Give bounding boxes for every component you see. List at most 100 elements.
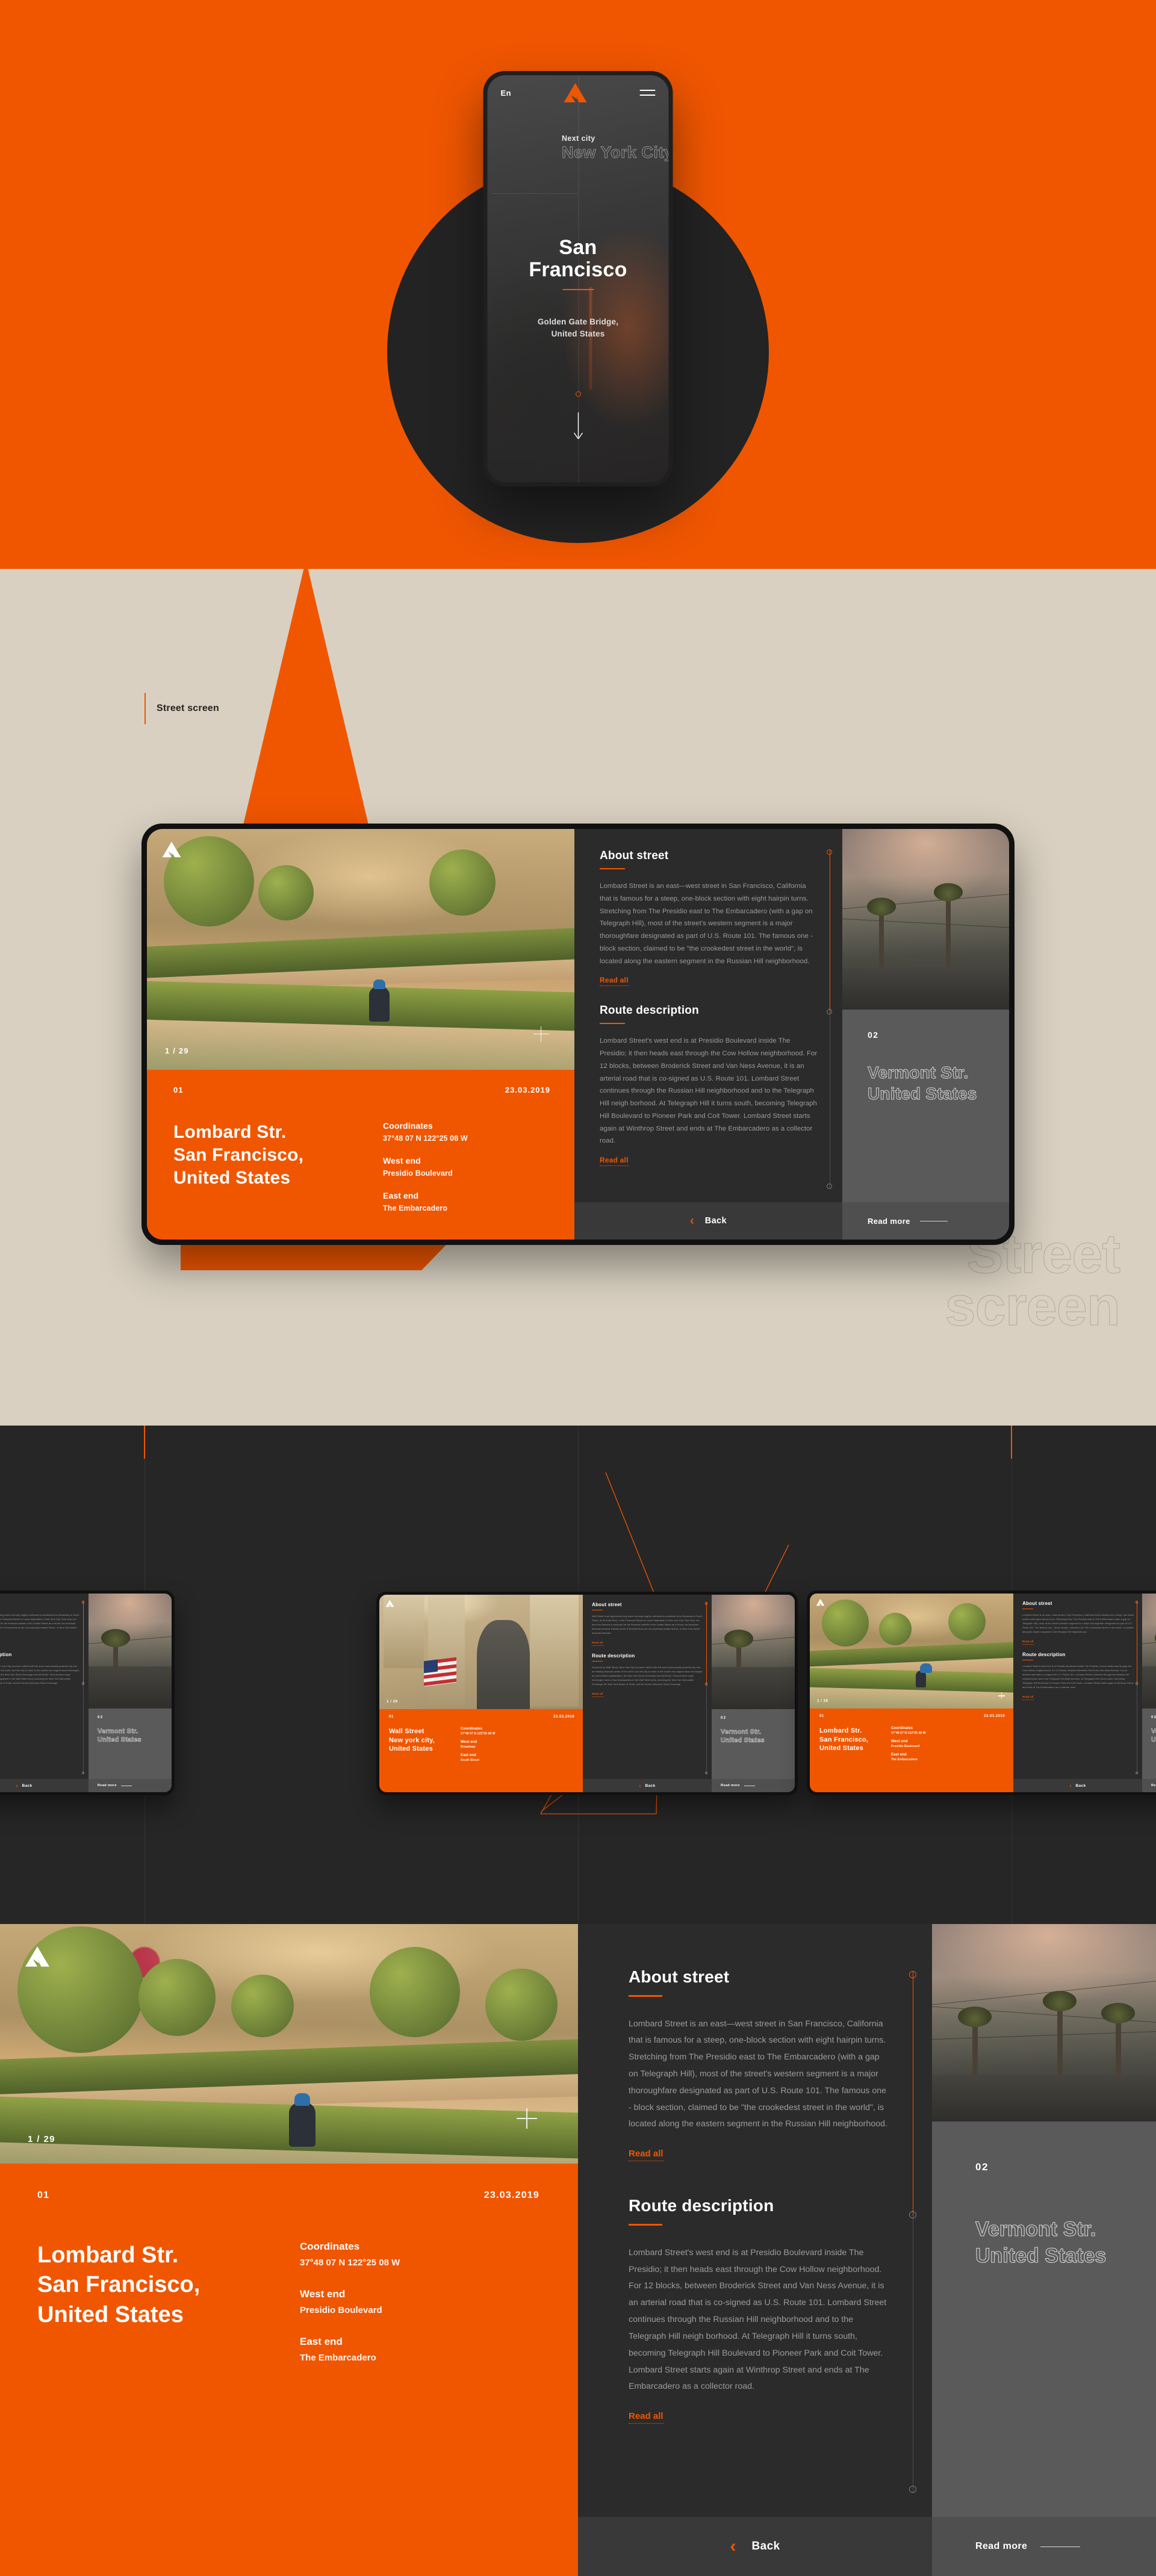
hero-subtitle-line1: Golden Gate Bridge, bbox=[537, 317, 619, 326]
track-node-icon[interactable] bbox=[1135, 1771, 1139, 1774]
vermont-street-photo bbox=[711, 1595, 795, 1710]
track-node-icon[interactable] bbox=[1135, 1682, 1139, 1685]
track-node-icon[interactable] bbox=[81, 1771, 85, 1774]
scroll-progress-track[interactable] bbox=[827, 849, 833, 1189]
read-all-link[interactable]: Read all bbox=[600, 976, 629, 987]
gallery-card[interactable]: 1 / 29 01 23.03.2019 Wall Street New yor… bbox=[376, 1592, 798, 1795]
read-all-link[interactable]: Read all bbox=[1022, 1640, 1034, 1645]
arrow-logo-icon[interactable] bbox=[816, 1598, 825, 1606]
track-node-icon[interactable] bbox=[704, 1683, 708, 1686]
back-button[interactable]: ‹ Back bbox=[1013, 1779, 1142, 1792]
track-fill bbox=[82, 1601, 84, 1684]
detail-next-pane[interactable]: 02 Vermont Str. United States Read more bbox=[932, 1924, 1156, 2576]
expand-plus-icon[interactable] bbox=[517, 2108, 537, 2129]
track-node-icon[interactable] bbox=[81, 1682, 85, 1685]
next-city-block[interactable]: Next city New York City bbox=[561, 134, 668, 161]
read-all-link[interactable]: Read all bbox=[592, 1692, 603, 1697]
road-shape bbox=[1142, 1666, 1156, 1709]
heading-rule bbox=[592, 1660, 603, 1662]
read-more-button[interactable]: Read more bbox=[88, 1779, 172, 1792]
gallery-card-screen: 1 / 29 01 23.03.2019 Wall Street New yor… bbox=[379, 1595, 795, 1792]
scroll-progress-track[interactable] bbox=[81, 1601, 85, 1774]
spec-key: East end bbox=[383, 1191, 419, 1200]
lombard-street-photo: 1 / 29 bbox=[0, 1924, 578, 2164]
back-label: Back bbox=[645, 1783, 656, 1788]
track-node-icon[interactable] bbox=[1135, 1601, 1139, 1604]
scroll-down-icon[interactable] bbox=[573, 412, 583, 443]
scroll-progress-track[interactable] bbox=[704, 1602, 708, 1774]
read-more-button[interactable]: Read more bbox=[711, 1779, 795, 1792]
track-node-icon[interactable] bbox=[704, 1602, 708, 1605]
read-more-button[interactable]: Read more bbox=[932, 2517, 1156, 2576]
article-body: About street Lombard Street is an east—w… bbox=[578, 1924, 932, 2517]
back-label: Back bbox=[22, 1783, 33, 1788]
card-title-line3: United States bbox=[819, 1744, 863, 1752]
next-card-pane[interactable]: 02 Vermont Str. United States Read more bbox=[711, 1595, 795, 1792]
detail-number: 01 bbox=[37, 2190, 50, 2200]
track-node-icon[interactable] bbox=[827, 849, 832, 855]
arrow-logo-icon[interactable] bbox=[24, 1946, 51, 1967]
card-article-pane: About street Lombard Street is an east—w… bbox=[574, 829, 842, 1240]
detail-info-panel: 01 23.03.2019 Lombard Str. San Francisco… bbox=[0, 2164, 578, 2576]
detail-title-line1: Lombard Str. bbox=[37, 2242, 179, 2268]
card-photo-pane: 1 / 29 01 23.03.2019 Wall Street New yor… bbox=[379, 1595, 583, 1792]
back-button[interactable]: ‹ Back bbox=[578, 2517, 932, 2576]
back-button[interactable]: ‹ Back bbox=[574, 1202, 842, 1240]
detail-meta-row: 01 23.03.2019 bbox=[37, 2190, 539, 2201]
read-all-link[interactable]: Read all bbox=[1022, 1695, 1034, 1700]
spec-item: West end Presidio Boulevard bbox=[891, 1740, 926, 1748]
next-card-pane[interactable]: 02 Vermont Str. United States Read more bbox=[88, 1594, 172, 1792]
read-more-button[interactable]: Read more bbox=[842, 1202, 1009, 1240]
next-card-pane[interactable]: 02 Vermont Str. United States Read more bbox=[1142, 1594, 1156, 1792]
next-card-name: Vermont Str. United States bbox=[975, 2217, 1156, 2269]
arrow-logo-icon[interactable] bbox=[563, 82, 588, 103]
next-card-body: 02 Vermont Str. United States bbox=[842, 1010, 1009, 1202]
read-all-link[interactable]: Read all bbox=[600, 1156, 629, 1166]
language-switcher[interactable]: En bbox=[501, 88, 512, 98]
spec-value: The Embarcadero bbox=[300, 2353, 376, 2363]
arrow-logo-icon[interactable] bbox=[385, 1600, 394, 1607]
next-card-name-line1: Vermont Str. bbox=[720, 1728, 762, 1736]
track-node-icon[interactable] bbox=[704, 1771, 708, 1774]
track-node-icon[interactable] bbox=[909, 2211, 916, 2218]
read-all-link[interactable]: Read all bbox=[592, 1641, 603, 1646]
detail-section: 1 / 29 01 23.03.2019 Lombard Str. San Fr… bbox=[0, 1924, 1156, 2576]
back-button[interactable]: ‹ Back bbox=[0, 1779, 89, 1792]
scroll-progress-track[interactable] bbox=[1135, 1601, 1139, 1774]
track-node-icon[interactable] bbox=[827, 1009, 832, 1015]
chevron-left-icon: ‹ bbox=[730, 2536, 736, 2556]
expand-plus-icon[interactable] bbox=[533, 1026, 549, 1042]
phone-screen: En Next city New York City San Francisco… bbox=[487, 75, 669, 482]
arrow-logo-icon[interactable] bbox=[161, 841, 182, 858]
gallery-card[interactable]: 1 / 29 01 23.03.2019 Lombard Str. San Fr… bbox=[807, 1591, 1156, 1795]
track-node-icon[interactable] bbox=[827, 1184, 832, 1189]
track-node-icon[interactable] bbox=[909, 2486, 916, 2493]
road-shape bbox=[932, 2075, 1156, 2121]
read-all-link[interactable]: Read all bbox=[629, 2149, 663, 2162]
track-node-icon[interactable] bbox=[81, 1601, 85, 1604]
card-photo-pane: 1 / 29 01 23.03.2019 Lombard Str. San Fr… bbox=[810, 1594, 1014, 1792]
scroll-progress-track[interactable] bbox=[909, 1971, 916, 2493]
read-all-link[interactable]: Read all bbox=[629, 2411, 663, 2424]
track-node-icon[interactable] bbox=[909, 1971, 916, 1978]
tree-shape bbox=[878, 1613, 912, 1645]
next-card-number: 02 bbox=[868, 1030, 879, 1040]
next-card-pane[interactable]: 02 Vermont Str. United States Read more bbox=[842, 829, 1009, 1240]
spec-value: Broadway bbox=[461, 1745, 476, 1749]
menu-icon[interactable] bbox=[639, 90, 656, 96]
gallery-card[interactable]: 01 23.03.2019 Wall Street New york city,… bbox=[0, 1591, 175, 1795]
chevron-left-icon: ‹ bbox=[1069, 1783, 1072, 1789]
tablet-mockup: 1 / 29 01 23.03.2019 Lombard Str. San Fr… bbox=[141, 824, 1015, 1245]
next-card-name-line2: United States bbox=[97, 1736, 141, 1744]
expand-plus-icon[interactable] bbox=[998, 1692, 1005, 1699]
hedge-shape bbox=[147, 980, 574, 1032]
hero-title-rule bbox=[562, 289, 594, 291]
next-card-number: 02 bbox=[720, 1716, 727, 1721]
next-card-name-line2: United States bbox=[720, 1736, 765, 1745]
about-text: Lombard Street is an east—west street in… bbox=[629, 2019, 887, 2129]
back-button[interactable]: ‹ Back bbox=[583, 1779, 712, 1792]
card-info-body: Lombard Str. San Francisco, United State… bbox=[819, 1727, 1005, 1766]
about-heading: About street bbox=[600, 849, 669, 862]
about-text: Lombard Street is an east—west street in… bbox=[1022, 1613, 1134, 1633]
read-more-button[interactable]: Read more bbox=[1142, 1779, 1156, 1792]
